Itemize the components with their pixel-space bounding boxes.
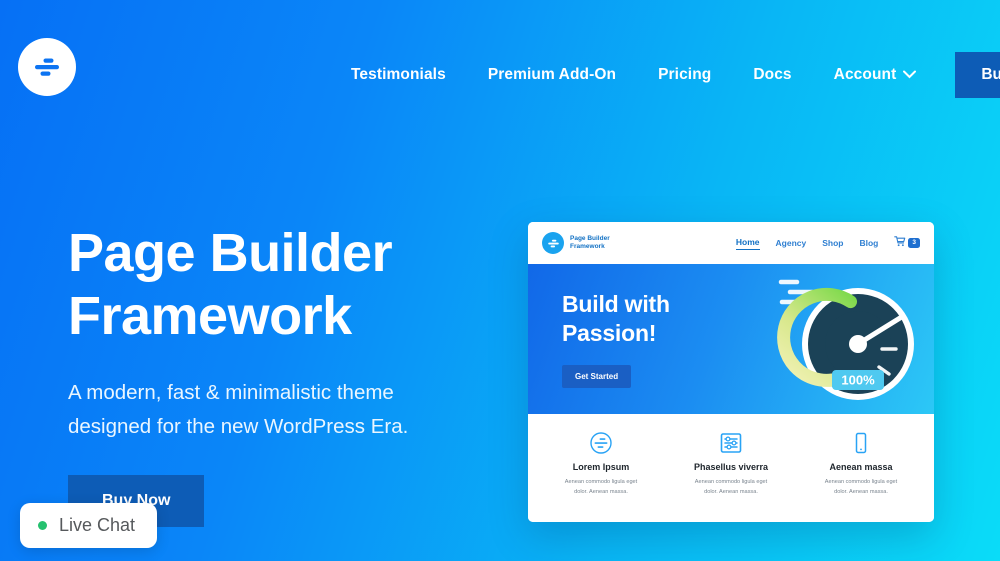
page-builder-framework-logo-icon xyxy=(30,50,64,84)
nav-item-pricing[interactable]: Pricing xyxy=(637,58,732,92)
sliders-settings-icon xyxy=(672,428,790,458)
mockup-nav-item-blog[interactable]: Blog xyxy=(859,238,878,248)
feature-card-title: Aenean massa xyxy=(829,462,893,472)
mockup-hero-section: Build with Passion! Get Started 100% xyxy=(528,264,934,414)
feature-card-body-line-1: Aenean commodo ligula eget xyxy=(564,479,638,485)
mockup-hero-title-line-2: Passion! xyxy=(562,319,657,346)
mockup-cart[interactable]: 3 xyxy=(894,234,920,252)
mockup-hero-title-line-1: Build with xyxy=(562,291,670,317)
nav-item-premium-add-on[interactable]: Premium Add-On xyxy=(467,58,637,92)
theme-preview-mockup: Page Builder Framework Home Agency Shop … xyxy=(528,222,934,522)
mockup-logo-text-line-2: Framework xyxy=(570,243,605,250)
feature-card-title: Phasellus viverra xyxy=(693,462,769,472)
hero-subtitle-line-1: A modern, fast & minimalistic theme xyxy=(68,381,394,405)
nav-item-docs[interactable]: Docs xyxy=(732,58,812,92)
get-started-button[interactable]: Get Started xyxy=(562,365,632,389)
feature-card-body-line-2: dolor. Aenean massa. xyxy=(704,488,758,495)
feature-card-body: Aenean commodo ligula eget dolor. Aenean… xyxy=(672,478,790,498)
feature-card-body: Aenean commodo ligula eget dolor. Aenean… xyxy=(542,478,660,498)
gauge-value-label: 100% xyxy=(841,373,875,388)
primary-nav-links: Testimonials Premium Add-On Pricing Docs… xyxy=(330,52,1000,98)
feature-card: Lorem Ipsum Aenean commodo ligula eget d… xyxy=(536,428,666,522)
nav-item-account-label: Account xyxy=(833,66,897,83)
shopping-cart-icon xyxy=(894,234,906,252)
buy-now-nav-button[interactable]: Buy Now xyxy=(955,52,1000,98)
feature-card-body: Aenean commodo ligula eget dolor. Aenean… xyxy=(802,478,920,498)
hero-subtitle: A modern, fast & minimalistic theme desi… xyxy=(68,376,498,442)
hero-title-line-1: Page Builder xyxy=(68,223,393,283)
online-status-indicator-icon xyxy=(38,521,47,530)
mockup-logo-text: Page Builder Framework xyxy=(570,235,610,252)
chevron-down-icon xyxy=(903,66,917,84)
nav-item-account[interactable]: Account xyxy=(813,58,938,92)
page-title: Page Builder Framework xyxy=(68,222,498,348)
mobile-phone-icon xyxy=(802,428,920,458)
hero-subtitle-line-2: designed for the new WordPress Era. xyxy=(68,414,409,438)
hero-title-line-2: Framework xyxy=(68,286,352,347)
nav-item-testimonials[interactable]: Testimonials xyxy=(330,58,467,92)
mockup-nav-links: Home Agency Shop Blog 3 xyxy=(735,234,920,252)
feature-card-title: Lorem Ipsum xyxy=(572,462,630,472)
speedometer-gauge-icon: 100% xyxy=(776,270,916,413)
mockup-logo-text-line-1: Page Builder xyxy=(570,234,610,242)
hero-landing-page: Testimonials Premium Add-On Pricing Docs… xyxy=(0,0,1000,561)
mockup-navigation-bar: Page Builder Framework Home Agency Shop … xyxy=(528,222,934,264)
live-chat-label: Live Chat xyxy=(59,515,136,535)
feature-card: Aenean massa Aenean commodo ligula eget … xyxy=(796,428,926,522)
feature-card-body-line-2: dolor. Aenean massa. xyxy=(834,488,888,495)
feature-card: Phasellus viverra Aenean commodo ligula … xyxy=(666,428,796,522)
hero-content: Page Builder Framework A modern, fast & … xyxy=(68,222,498,527)
site-logo[interactable] xyxy=(18,38,76,96)
mockup-nav-item-shop[interactable]: Shop xyxy=(822,238,843,248)
circle-lines-icon xyxy=(542,428,660,458)
mockup-nav-item-agency[interactable]: Agency xyxy=(776,238,807,248)
cart-item-count-badge: 3 xyxy=(908,237,920,249)
feature-card-body-line-1: Aenean commodo ligula eget xyxy=(824,479,898,485)
live-chat-widget[interactable]: Live Chat xyxy=(20,503,158,548)
mockup-logo[interactable]: Page Builder Framework xyxy=(542,232,610,254)
mockup-feature-cards: Lorem Ipsum Aenean commodo ligula eget d… xyxy=(528,414,934,522)
mockup-nav-item-home[interactable]: Home xyxy=(735,237,760,250)
feature-card-body-line-1: Aenean commodo ligula eget xyxy=(694,479,768,485)
mockup-logo-icon xyxy=(542,232,564,254)
feature-card-body-line-2: dolor. Aenean massa. xyxy=(574,488,628,495)
top-navigation-bar: Testimonials Premium Add-On Pricing Docs… xyxy=(0,0,1000,132)
